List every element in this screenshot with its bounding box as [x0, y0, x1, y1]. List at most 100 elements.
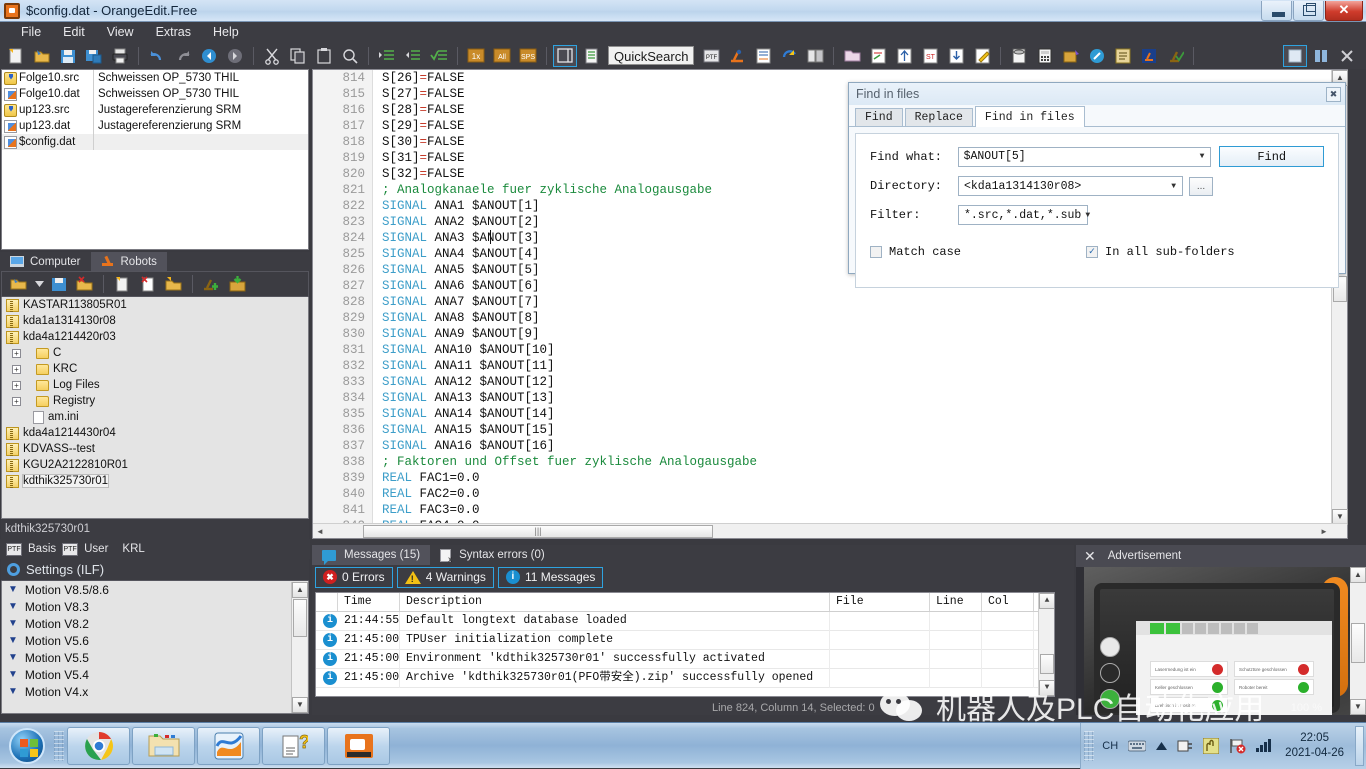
find-icon[interactable] — [338, 45, 362, 67]
match-case-checkbox[interactable]: Match case — [870, 245, 961, 259]
checklist-icon[interactable] — [427, 45, 451, 67]
maximize-button[interactable] — [1293, 0, 1324, 21]
tree-node[interactable]: + KRC — [2, 361, 308, 377]
list-item[interactable]: up123.dat Justagereferenzierung SRM — [2, 118, 308, 134]
document-icon[interactable] — [579, 45, 603, 67]
chevron-down-icon[interactable]: ▼ — [1196, 152, 1209, 161]
tree-node[interactable]: KGU2A2122810R01 — [2, 457, 308, 473]
save-icon[interactable] — [56, 45, 80, 67]
list-item[interactable]: Folge10.dat Schweissen OP_5730 THIL — [2, 86, 308, 102]
dropdown-arrow-icon[interactable] — [33, 273, 45, 295]
taskbar-button-app-wave[interactable] — [197, 726, 260, 765]
code-line[interactable]: SIGNAL ANA11 $ANOUT[11] — [373, 358, 1347, 374]
checkbox-box[interactable] — [870, 246, 882, 258]
menu-item-file[interactable]: File — [10, 23, 52, 41]
tab-replace[interactable]: Replace — [904, 108, 973, 126]
ptf-icon[interactable]: PTF — [699, 45, 723, 67]
errors-filter-button[interactable]: ✖ 0 Errors — [315, 566, 393, 588]
tree-node[interactable]: am.ini — [2, 409, 308, 425]
cut-icon[interactable] — [260, 45, 284, 67]
delete-folder-icon[interactable] — [73, 273, 97, 295]
find-button[interactable]: Find — [1219, 146, 1324, 167]
code-line[interactable]: SIGNAL ANA8 $ANOUT[8] — [373, 310, 1347, 326]
taskbar-button-help[interactable]: ? — [262, 726, 325, 765]
fold-all-icon[interactable]: All — [490, 45, 514, 67]
expander-icon[interactable]: + — [12, 348, 21, 358]
dat-file-toolbar-icon[interactable] — [751, 45, 775, 67]
filter-input[interactable]: *.src,*.dat,*.sub ▼ — [958, 205, 1090, 225]
settings-item[interactable]: ▼ Motion V4.x — [2, 683, 308, 700]
subfolders-checkbox[interactable]: ✓ In all sub-folders — [1086, 245, 1235, 259]
close-icon[interactable]: ✕ — [1084, 548, 1096, 565]
tab-messages[interactable]: Messages (15) — [312, 545, 431, 565]
show-desktop-button[interactable] — [1355, 725, 1364, 766]
table-row[interactable]: i 21:45:00 Archive 'kdthik325730r01(PFO带… — [316, 668, 1054, 688]
calculator-icon[interactable] — [1033, 45, 1057, 67]
menu-item-extras[interactable]: Extras — [145, 23, 202, 41]
code-line[interactable]: SIGNAL ANA10 $ANOUT[10] — [373, 342, 1347, 358]
tree-node[interactable]: KASTAR113805R01 — [2, 297, 308, 313]
expander-icon[interactable]: + — [12, 380, 21, 390]
signal-bars-icon[interactable] — [1256, 739, 1272, 752]
list-item[interactable]: up123.src Justagereferenzierung SRM — [2, 102, 308, 118]
table-row[interactable]: i 21:45:00 Environment 'kdthik325730r01'… — [316, 649, 1054, 669]
tab-robots[interactable]: Robots — [90, 252, 167, 271]
new-folder-icon[interactable] — [162, 273, 186, 295]
scroll-thumb[interactable] — [293, 599, 307, 637]
maximize-pane-icon[interactable] — [1283, 44, 1307, 67]
robot-blue-icon[interactable] — [1137, 45, 1161, 67]
scroll-thumb[interactable]: ||| — [363, 524, 713, 538]
menu-item-view[interactable]: View — [96, 23, 145, 41]
settings-item[interactable]: ▼ Motion V5.4 — [2, 666, 308, 683]
code-line[interactable]: REAL FAC3=0.0 — [373, 502, 1347, 518]
copy-icon[interactable] — [286, 45, 310, 67]
code-line[interactable]: SIGNAL ANA12 $ANOUT[12] — [373, 374, 1347, 390]
messages-scrollbar[interactable]: ▲ ▼ — [1038, 593, 1054, 696]
tree-node[interactable]: + C — [2, 345, 308, 361]
folder-pink-icon[interactable] — [840, 45, 864, 67]
undo-icon[interactable] — [145, 45, 169, 67]
archive-wizard-icon[interactable] — [1059, 45, 1083, 67]
scroll-down-button[interactable]: ▼ — [1039, 680, 1054, 696]
tree-node[interactable]: kda4a1214420r03 — [2, 329, 308, 345]
scroll-up-button[interactable]: ▲ — [1350, 567, 1366, 583]
code-line[interactable]: REAL FAC1=0.0 — [373, 470, 1347, 486]
tab-syntax-errors[interactable]: Syntax errors (0) — [430, 545, 555, 565]
settings-item[interactable]: ▼ Motion V8.2 — [2, 615, 308, 632]
code-line[interactable]: SIGNAL ANA9 $ANOUT[9] — [373, 326, 1347, 342]
delete-doc-icon[interactable] — [136, 273, 160, 295]
settings-item[interactable]: ▼ Motion V8.3 — [2, 598, 308, 615]
advertisement-scrollbar[interactable]: ▲ ▼ — [1350, 567, 1366, 715]
messages-filter-button[interactable]: i 11 Messages — [497, 566, 604, 588]
settings-item[interactable]: ▼ Motion V5.5 — [2, 649, 308, 666]
scroll-down-button[interactable]: ▼ — [292, 697, 308, 713]
flag-alert-icon[interactable] — [1229, 738, 1246, 754]
chevron-down-icon[interactable]: ▼ — [1081, 211, 1094, 220]
print-icon[interactable] — [108, 45, 132, 67]
quicksearch-input[interactable]: QuickSearch — [608, 46, 695, 65]
advertisement-image[interactable]: Laserrnedung ist ein Schutztüre geschlos… — [1084, 567, 1350, 715]
tab-find[interactable]: Find — [855, 108, 903, 126]
add-robot-icon[interactable] — [199, 273, 223, 295]
indent-icon[interactable] — [375, 45, 399, 67]
import-archive-icon[interactable] — [225, 273, 249, 295]
redo-icon[interactable] — [171, 45, 195, 67]
code-line[interactable]: SIGNAL ANA16 $ANOUT[16] — [373, 438, 1347, 454]
code-line[interactable]: SIGNAL ANA14 $ANOUT[14] — [373, 406, 1347, 422]
browse-button[interactable]: ... — [1189, 176, 1213, 196]
tree-node-selected[interactable]: kdthik325730r01 — [2, 473, 308, 489]
find-what-input[interactable]: $ANOUT[5] ▼ — [957, 146, 1212, 167]
taskbar-button-explorer[interactable] — [132, 726, 195, 765]
window-split-icon[interactable] — [553, 44, 577, 67]
wrench-icon[interactable] — [1085, 45, 1109, 67]
tab-find-in-files[interactable]: Find in files — [974, 106, 1085, 127]
new-doc-icon[interactable] — [110, 273, 134, 295]
doc-down-icon[interactable] — [944, 45, 968, 67]
messages-table[interactable]: Time Description File Line Col i 21:44:5… — [315, 592, 1055, 697]
doc-arrow-icon[interactable] — [866, 45, 890, 67]
tab-computer[interactable]: Computer — [0, 252, 91, 271]
show-hidden-icons-icon[interactable] — [1156, 741, 1168, 750]
outdent-icon[interactable] — [401, 45, 425, 67]
sps-icon[interactable]: SPS — [516, 45, 540, 67]
close-pane-icon[interactable] — [1335, 45, 1359, 67]
